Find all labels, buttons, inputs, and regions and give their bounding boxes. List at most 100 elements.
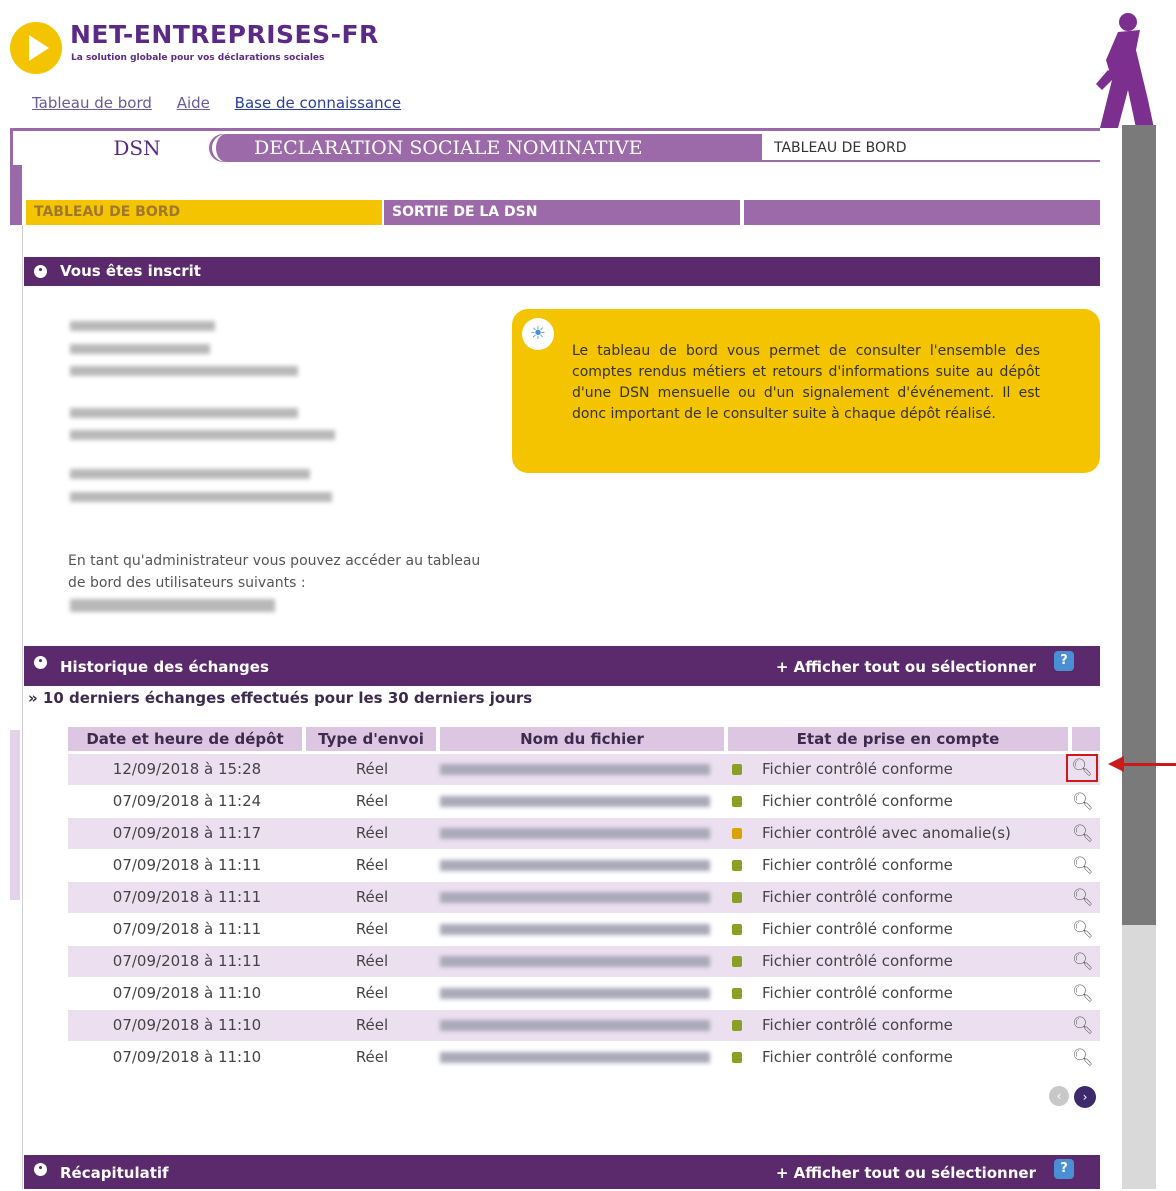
column-header-status: Etat de prise en compte (728, 727, 1068, 751)
status-icon (732, 956, 742, 967)
cell-status: Fichier contrôlé conforme (762, 1016, 953, 1034)
status-icon (732, 988, 742, 999)
magnifier-icon[interactable]: 🔍︎ (1066, 754, 1098, 782)
redacted-text (70, 321, 215, 331)
expand-icon[interactable]: • (34, 1163, 47, 1176)
magnifier-icon[interactable]: 🔍︎ (1072, 1048, 1094, 1068)
redacted-filename (440, 956, 710, 967)
redacted-text (70, 366, 298, 376)
annotation-arrow (1124, 763, 1176, 766)
help-icon[interactable]: ? (1054, 1159, 1074, 1179)
status-icon (732, 828, 742, 839)
page-title: DECLARATION SOCIALE NOMINATIVE (212, 134, 762, 162)
cell-type: Réel (355, 920, 389, 938)
cell-type: Réel (355, 984, 389, 1002)
expand-icon[interactable]: • (34, 265, 47, 278)
cell-type: Réel (355, 1016, 389, 1034)
cell-status: Fichier contrôlé conforme (762, 984, 953, 1002)
table-row: 07/09/2018 à 11:10 Réel Fichier contrôlé c… (68, 1010, 1100, 1041)
status-icon (732, 1020, 742, 1031)
breadcrumb: TABLEAU DE BORD (762, 134, 1100, 162)
status-icon (732, 860, 742, 871)
cell-date: 07/09/2018 à 11:10 (112, 984, 262, 1002)
redacted-filename (440, 828, 710, 839)
frame-side-band (10, 730, 20, 900)
cell-type: Réel (355, 888, 389, 906)
cell-date: 12/09/2018 à 15:28 (112, 760, 262, 778)
status-icon (732, 892, 742, 903)
cell-status: Fichier contrôlé conforme (762, 888, 953, 906)
cell-status: Fichier contrôlé avec anomalie(s) (762, 824, 1011, 842)
section-header-historique[interactable]: • Historique des échanges + Afficher tou… (24, 646, 1100, 686)
info-text: Le tableau de bord vous permet de consul… (572, 343, 1040, 422)
cell-status: Fichier contrôlé conforme (762, 920, 953, 938)
previous-page-icon[interactable]: ‹ (1049, 1086, 1069, 1106)
lightbulb-icon: ☀ (522, 318, 554, 350)
help-icon[interactable]: ? (1054, 651, 1074, 671)
cell-type: Réel (355, 824, 389, 842)
magnifier-icon[interactable]: 🔍︎ (1072, 952, 1094, 972)
link-base-de-connaissance[interactable]: Base de connaissance (235, 94, 401, 112)
table-row: 07/09/2018 à 11:11 Réel Fichier contrôlé c… (68, 914, 1100, 945)
tab-empty (744, 200, 1100, 225)
redacted-text (70, 430, 335, 440)
redacted-user-select[interactable] (70, 599, 275, 612)
magnifier-icon[interactable]: 🔍︎ (1072, 824, 1094, 844)
redacted-text (70, 469, 310, 479)
table-row: 07/09/2018 à 11:10 Réel Fichier contrôlé c… (68, 978, 1100, 1009)
section-header-recap[interactable]: • Récapitulatif + Afficher tout ou sélec… (24, 1155, 1100, 1189)
cell-type: Réel (355, 1048, 389, 1066)
mascot-figure (1096, 13, 1154, 128)
magnifier-icon[interactable]: 🔍︎ (1072, 920, 1094, 940)
table-row: 07/09/2018 à 11:11 Réel Fichier contrôlé c… (68, 946, 1100, 977)
magnifier-icon[interactable]: 🔍︎ (1072, 856, 1094, 876)
show-all-link[interactable]: + Afficher tout ou sélectionner (776, 646, 1036, 688)
logo (10, 22, 62, 74)
tab-sortie-de-la-dsn[interactable]: SORTIE DE LA DSN (384, 200, 740, 225)
cell-date: 07/09/2018 à 11:24 (112, 792, 262, 810)
table-row: 07/09/2018 à 11:11 Réel Fichier contrôlé c… (68, 850, 1100, 881)
link-tableau-de-bord[interactable]: Tableau de bord (32, 94, 152, 112)
magnifier-icon[interactable]: 🔍︎ (1072, 792, 1094, 812)
cell-type: Réel (355, 952, 389, 970)
cell-date: 07/09/2018 à 11:10 (112, 1048, 262, 1066)
redacted-filename (440, 796, 710, 807)
magnifier-icon[interactable]: 🔍︎ (1072, 1016, 1094, 1036)
section-header-inscrit[interactable]: • Vous êtes inscrit (24, 257, 1100, 286)
magnifier-icon[interactable]: 🔍︎ (1072, 888, 1094, 908)
table-row: 12/09/2018 à 15:28 Réel Fichier contrôlé c… (68, 754, 1100, 785)
status-icon (732, 1052, 742, 1063)
status-icon (732, 764, 742, 775)
brand-name: NET-ENTREPRISES-FR (70, 20, 379, 49)
status-icon (732, 924, 742, 935)
cell-date: 07/09/2018 à 11:11 (112, 856, 262, 874)
show-all-link[interactable]: + Afficher tout ou sélectionner (776, 1155, 1036, 1191)
redacted-text (70, 492, 332, 502)
history-subtitle: » 10 derniers échanges effectués pour le… (28, 689, 533, 707)
cell-status: Fichier contrôlé conforme (762, 856, 953, 874)
redacted-text (70, 344, 210, 354)
cell-status: Fichier contrôlé conforme (762, 792, 953, 810)
frame-side-band (10, 165, 22, 225)
expand-icon[interactable]: • (34, 656, 47, 669)
cell-date: 07/09/2018 à 11:17 (112, 824, 262, 842)
cell-type: Réel (355, 760, 389, 778)
magnifier-icon[interactable]: 🔍︎ (1072, 984, 1094, 1004)
link-aide[interactable]: Aide (177, 94, 210, 112)
section-title: Historique des échanges (60, 658, 269, 676)
table-row: 07/09/2018 à 11:11 Réel Fichier contrôlé c… (68, 882, 1100, 913)
cell-status: Fichier contrôlé conforme (762, 760, 953, 778)
cell-date: 07/09/2018 à 11:11 (112, 952, 262, 970)
cell-status: Fichier contrôlé conforme (762, 1048, 953, 1066)
tab-tableau-de-bord[interactable]: TABLEAU DE BORD (26, 200, 382, 225)
redacted-filename (440, 988, 710, 999)
cell-type: Réel (355, 792, 389, 810)
redacted-filename (440, 860, 710, 871)
next-page-icon[interactable]: › (1074, 1086, 1096, 1108)
scrollbar-thumb[interactable] (1122, 125, 1156, 925)
frame-divider (10, 131, 13, 166)
brand-tagline: La solution globale pour vos déclaration… (71, 53, 325, 63)
frame-divider (10, 128, 1100, 131)
redacted-filename (440, 1020, 710, 1031)
section-title: Vous êtes inscrit (60, 262, 201, 280)
